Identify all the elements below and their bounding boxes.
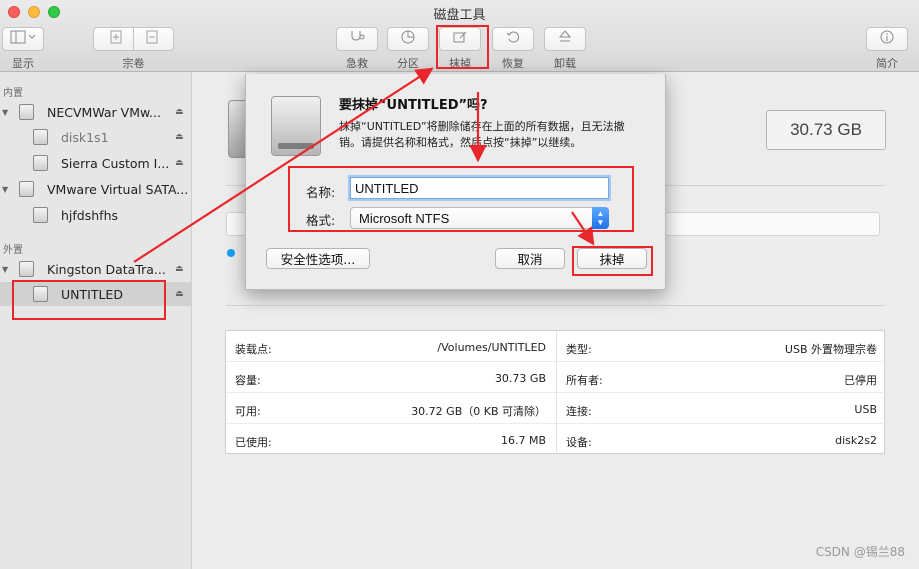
display-button[interactable] xyxy=(2,27,44,51)
annotation-box-untitled xyxy=(12,280,166,320)
info-value: 已停用 xyxy=(844,374,877,387)
security-options-button[interactable]: 安全性选项... xyxy=(266,248,370,269)
disk-icon xyxy=(19,104,34,120)
info-key: 容量: xyxy=(235,374,261,387)
sidebar-item-label: Kingston DataTra... xyxy=(47,261,166,277)
sidebar-item-label: NECVMWar VMw... xyxy=(47,104,161,120)
info-value: /Volumes/UNTITLED xyxy=(437,341,546,354)
info-icon xyxy=(880,30,894,48)
restore-button[interactable] xyxy=(492,27,534,51)
info-table: 装载点: /Volumes/UNTITLED 容量: 30.73 GB 可用: … xyxy=(225,330,887,455)
annotation-box-erase-button xyxy=(572,246,653,276)
partition-label: 分区 xyxy=(397,57,419,70)
stethoscope-icon xyxy=(349,30,365,48)
info-value: 30.72 GB（0 KB 可清除） xyxy=(411,405,546,418)
info-row: 可用: 30.72 GB（0 KB 可清除） xyxy=(226,393,556,424)
used-legend-dot xyxy=(227,249,235,257)
eject-icon[interactable]: ⏏ xyxy=(175,158,184,168)
sidebar-item-kingston[interactable]: ▼ Kingston DataTra... ⏏ xyxy=(0,257,192,281)
disclosure-triangle-icon[interactable]: ▼ xyxy=(2,185,8,194)
info-value: disk2s2 xyxy=(835,434,877,447)
unmount-icon xyxy=(558,30,572,48)
external-section-header: 外置 xyxy=(3,245,23,256)
internal-section-header: 内置 xyxy=(3,88,23,99)
segment-divider xyxy=(133,28,134,50)
sidebar-icon xyxy=(10,30,36,48)
sidebar-item-sierra[interactable]: Sierra Custom I... ⏏ xyxy=(0,151,192,175)
info-value: USB 外置物理宗卷 xyxy=(784,343,877,356)
external-disk-icon xyxy=(271,96,321,156)
annotation-box-erase-toolbar xyxy=(436,25,489,69)
info-button[interactable] xyxy=(866,27,908,51)
add-volume-icon[interactable] xyxy=(109,30,123,48)
eject-icon[interactable]: ⏏ xyxy=(175,289,184,299)
volume-icon xyxy=(33,129,48,145)
sidebar-item-label: Sierra Custom I... xyxy=(61,155,170,171)
eject-icon[interactable]: ⏏ xyxy=(175,264,184,274)
eject-icon[interactable]: ⏏ xyxy=(175,132,184,142)
info-column-left: 装载点: /Volumes/UNTITLED 容量: 30.73 GB 可用: … xyxy=(226,331,556,455)
info-key: 连接: xyxy=(566,405,592,418)
info-key: 设备: xyxy=(566,436,592,449)
info-key: 已使用: xyxy=(235,436,272,449)
info-row: 连接: USB xyxy=(557,393,887,424)
info-key: 类型: xyxy=(566,343,592,356)
cancel-button[interactable]: 取消 xyxy=(495,248,565,269)
info-value: USB xyxy=(854,403,877,416)
dialog-title: 要抹掉“UNTITLED”吗? xyxy=(339,98,488,113)
watermark: CSDN @锡兰88 xyxy=(815,545,905,559)
volume-icon xyxy=(33,155,48,171)
sidebar-item-label: hjfdshfhs xyxy=(61,207,119,223)
sidebar-item-label: VMware Virtual SATA... xyxy=(47,181,189,197)
disclosure-triangle-icon[interactable]: ▼ xyxy=(2,108,8,117)
info-row: 装载点: /Volumes/UNTITLED xyxy=(226,331,556,362)
disk-icon xyxy=(19,181,34,197)
annotation-box-fields xyxy=(288,166,634,232)
restore-icon xyxy=(506,30,520,48)
sidebar-item-hjfdshfhs[interactable]: hjfdshfhs xyxy=(0,203,192,227)
info-value: 30.73 GB xyxy=(494,372,546,385)
info-key: 所有者: xyxy=(566,374,603,387)
disclosure-triangle-icon[interactable]: ▼ xyxy=(2,265,8,274)
divider xyxy=(226,305,885,306)
sidebar-item-vmware-sata[interactable]: ▼ VMware Virtual SATA... xyxy=(0,177,192,201)
info-value: 16.7 MB xyxy=(500,434,546,447)
info-row: 所有者: 已停用 xyxy=(557,362,887,393)
remove-volume-icon[interactable] xyxy=(145,30,159,48)
info-row: 设备: disk2s2 xyxy=(557,424,887,455)
unmount-label: 卸载 xyxy=(554,57,576,70)
sidebar-item-disk1s1[interactable]: disk1s1 ⏏ xyxy=(0,125,192,149)
pie-icon xyxy=(401,30,415,48)
capacity-display: 30.73 GB xyxy=(766,110,886,150)
partition-button[interactable] xyxy=(387,27,429,51)
display-label: 显示 xyxy=(12,57,34,70)
window-title: 磁盘工具 xyxy=(433,8,486,23)
info-row: 容量: 30.73 GB xyxy=(226,362,556,393)
unmount-button[interactable] xyxy=(544,27,586,51)
info-column-right: 类型: USB 外置物理宗卷 所有者: 已停用 连接: USB 设备: disk… xyxy=(556,331,887,455)
dialog-description: 抹掉“UNTITLED”将删除储存在上面的所有数据，且无法撤销。请提供名称和格式… xyxy=(339,120,625,149)
sidebar-item-label: disk1s1 xyxy=(61,129,109,145)
info-row: 类型: USB 外置物理宗卷 xyxy=(557,331,887,362)
info-key: 装载点: xyxy=(235,343,272,356)
volume-icon xyxy=(33,207,48,223)
disk-icon xyxy=(19,261,34,277)
sidebar: 内置 ▼ NECVMWar VMw... ⏏ disk1s1 ⏏ Sierra … xyxy=(0,72,192,569)
info-row: 已使用: 16.7 MB xyxy=(226,424,556,455)
info-key: 可用: xyxy=(235,405,261,418)
sidebar-item-necvmwar[interactable]: ▼ NECVMWar VMw... ⏏ xyxy=(0,100,192,124)
first-aid-button[interactable] xyxy=(336,27,378,51)
volume-label: 宗卷 xyxy=(122,57,145,70)
eject-icon[interactable]: ⏏ xyxy=(175,107,184,117)
restore-label: 恢复 xyxy=(502,57,524,70)
first-aid-label: 急救 xyxy=(346,57,368,70)
info-label: 简介 xyxy=(876,57,898,70)
